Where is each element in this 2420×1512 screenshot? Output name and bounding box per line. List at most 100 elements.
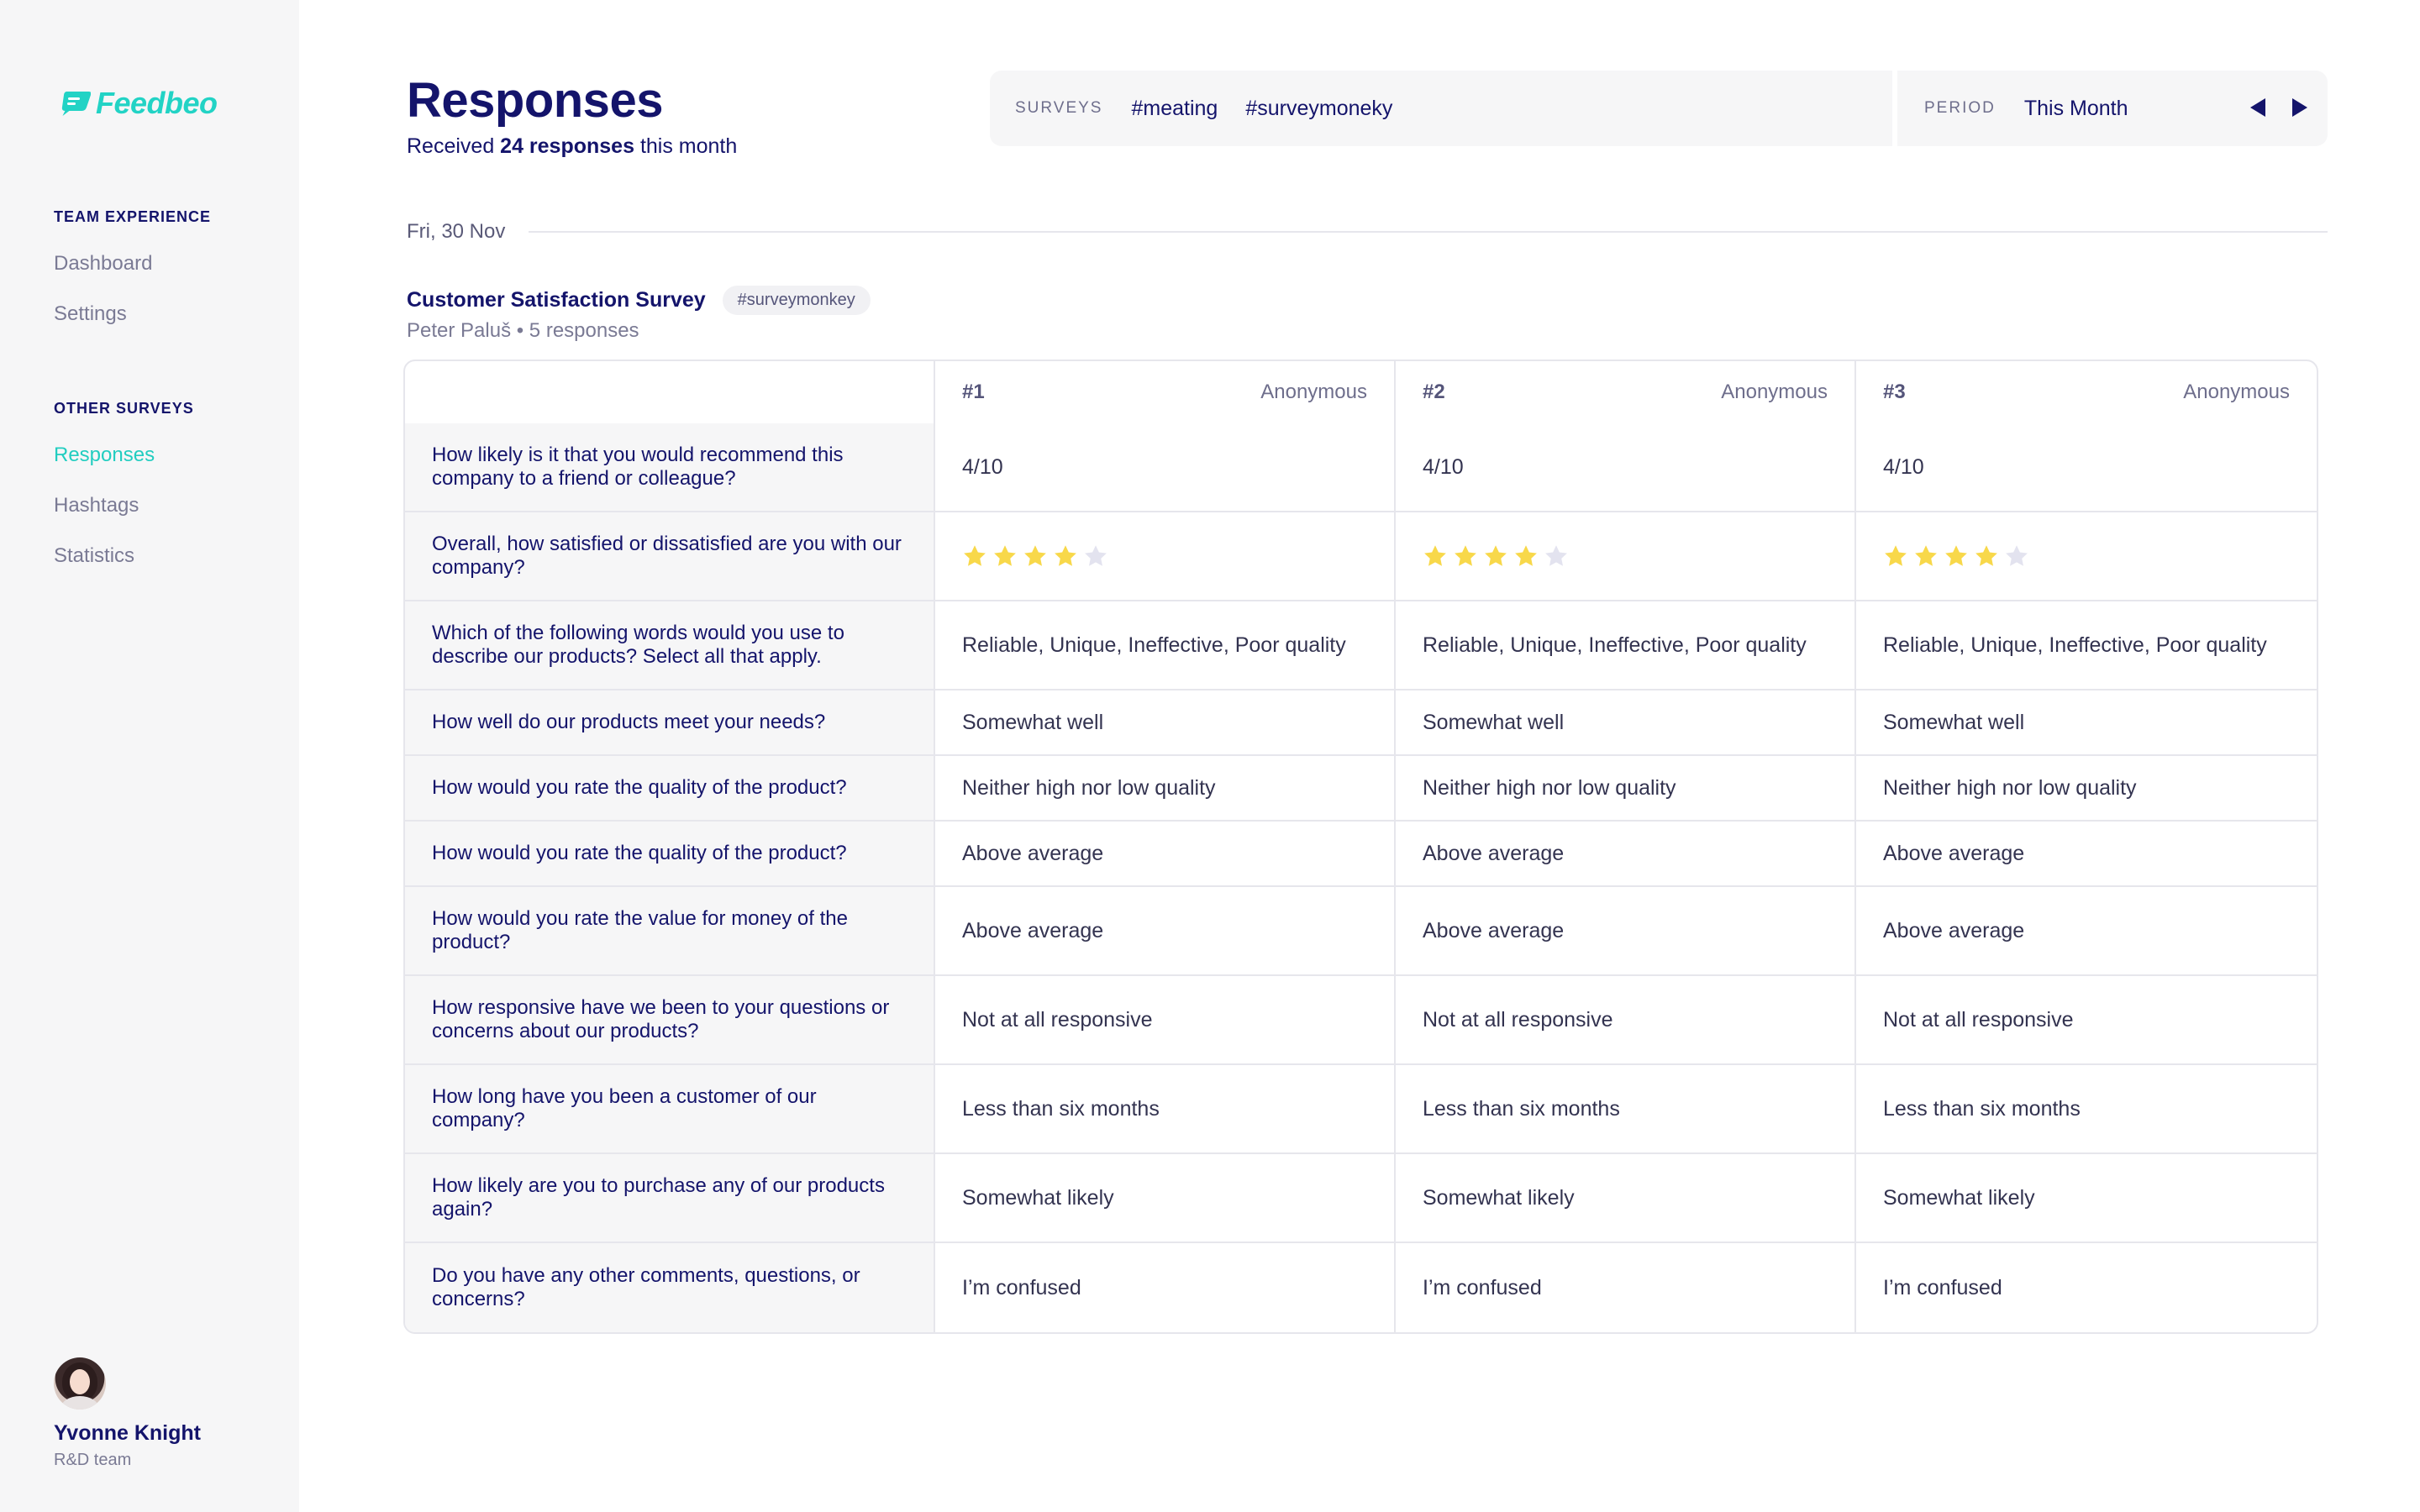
answer-cell: Neither high nor low quality [935,756,1396,822]
question-cell: Which of the following words would you u… [405,601,935,690]
answer-cell: Less than six months [1856,1065,2317,1154]
answer-cell: I’m confused [935,1243,1396,1332]
answer-cell: Neither high nor low quality [1856,756,2317,822]
answer-cell: Not at all responsive [1396,976,1856,1065]
filter-bar: SURVEYS #meating #surveymoneky PERIOD Th… [990,71,2328,146]
answer-cell: 4/10 [935,423,1396,512]
page-subtitle: Received 24 responses this month [407,134,737,159]
star-filled-icon [1024,545,1046,566]
response-author: Anonymous [1721,381,1828,403]
table-row: How would you rate the quality of the pr… [405,756,2317,822]
period-filter: PERIOD This Month [1897,71,2328,146]
survey-title[interactable]: Customer Satisfaction Survey [407,288,706,312]
star-empty-icon [1085,545,1107,566]
star-filled-icon [1885,545,1907,566]
star-rating [1883,543,2290,569]
responses-table: #1 Anonymous #2 Anonymous #3 Anonymous How … [403,360,2318,1334]
survey-header: Customer Satisfaction Survey #surveymonk… [407,286,871,315]
answer-cell [935,512,1396,601]
table-row: How well do our products meet your needs… [405,690,2317,756]
survey-tag-meating[interactable]: #meating [1131,97,1218,121]
table-row: Overall, how satisfied or dissatisfied a… [405,512,2317,601]
question-cell: How long have you been a customer of our… [405,1065,935,1154]
surveys-filter-label: SURVEYS [1015,99,1103,117]
question-cell: How would you rate the quality of the pr… [405,756,935,822]
star-filled-icon [1424,545,1446,566]
survey-tag-surveymoneky[interactable]: #surveymoneky [1245,97,1392,121]
table-row: Do you have any other comments, question… [405,1243,2317,1332]
star-filled-icon [1915,545,1937,566]
user-profile[interactable]: Yvonne Knight R&D team [54,1357,201,1470]
response-number: #3 [1883,381,1906,403]
response-column-header: #2 Anonymous [1396,361,1856,423]
answer-cell: Above average [935,887,1396,976]
table-row: Which of the following words would you u… [405,601,2317,690]
response-author: Anonymous [1260,381,1367,403]
question-cell: How would you rate the quality of the pr… [405,822,935,887]
previous-period-arrow-icon[interactable] [2250,98,2265,117]
question-cell: How well do our products meet your needs… [405,690,935,756]
nav-group-title-team-experience: TEAM EXPERIENCE [54,208,212,225]
date-label: Fri, 30 Nov [407,220,506,243]
question-cell: How responsive have we been to your ques… [405,976,935,1065]
answer-cell: Above average [935,822,1396,887]
answer-cell: Less than six months [1396,1065,1856,1154]
sidebar-item-statistics[interactable]: Statistics [54,544,134,568]
answer-cell: Somewhat likely [1856,1154,2317,1243]
next-period-arrow-icon[interactable] [2292,98,2307,117]
star-filled-icon [1975,545,1997,566]
page-title: Responses [407,73,663,128]
answer-cell [1856,512,2317,601]
response-column-header: #1 Anonymous [935,361,1396,423]
answer-cell: Reliable, Unique, Ineffective, Poor qual… [1856,601,2317,690]
table-row: How long have you been a customer of our… [405,1065,2317,1154]
date-separator: Fri, 30 Nov [407,220,2328,244]
response-author: Anonymous [2183,381,2290,403]
surveys-filter: SURVEYS #meating #surveymoneky [990,71,1892,146]
answer-cell: Somewhat likely [1396,1154,1856,1243]
answer-cell: Above average [1856,822,2317,887]
nav-group-title-other-surveys: OTHER SURVEYS [54,400,194,417]
question-cell: Do you have any other comments, question… [405,1243,935,1332]
response-column-header: #3 Anonymous [1856,361,2317,423]
period-value[interactable]: This Month [2024,97,2128,121]
logo-text: Feedbeo [96,86,218,120]
sidebar-item-hashtags[interactable]: Hashtags [54,494,139,517]
speech-bubble-logo-icon [61,92,91,116]
answer-cell: Neither high nor low quality [1396,756,1856,822]
answer-cell: Somewhat well [1396,690,1856,756]
star-empty-icon [2006,545,2028,566]
table-row: How would you rate the quality of the pr… [405,822,2317,887]
table-row: How responsive have we been to your ques… [405,976,2317,1065]
answer-cell: Less than six months [935,1065,1396,1154]
answer-cell [1396,512,1856,601]
question-cell: How likely are you to purchase any of ou… [405,1154,935,1243]
question-cell: Overall, how satisfied or dissatisfied a… [405,512,935,601]
response-number: #2 [1423,381,1445,403]
star-filled-icon [1945,545,1967,566]
user-name: Yvonne Knight [54,1421,201,1445]
answer-cell: Above average [1396,887,1856,976]
star-rating [962,543,1367,569]
sidebar-item-dashboard[interactable]: Dashboard [54,252,152,276]
answer-cell: Somewhat well [1856,690,2317,756]
answer-cell: Reliable, Unique, Ineffective, Poor qual… [1396,601,1856,690]
sidebar-item-settings[interactable]: Settings [54,302,127,326]
survey-hashtag-badge[interactable]: #surveymonkey [722,286,871,315]
answer-cell: I’m confused [1396,1243,1856,1332]
answer-cell: Somewhat well [935,690,1396,756]
survey-meta: Peter Paluš • 5 responses [407,319,639,342]
avatar[interactable] [54,1357,106,1410]
app-logo[interactable]: Feedbeo [59,86,218,121]
star-filled-icon [964,545,986,566]
question-cell: How likely is it that you would recommen… [405,423,935,512]
period-filter-label: PERIOD [1924,99,1996,117]
subtitle-suffix: this month [634,134,738,158]
answer-cell: Above average [1856,887,2317,976]
star-empty-icon [1545,545,1567,566]
star-filled-icon [1455,545,1476,566]
sidebar-item-responses[interactable]: Responses [54,444,155,467]
star-filled-icon [994,545,1016,566]
answer-cell: Above average [1396,822,1856,887]
answer-cell: Not at all responsive [935,976,1396,1065]
